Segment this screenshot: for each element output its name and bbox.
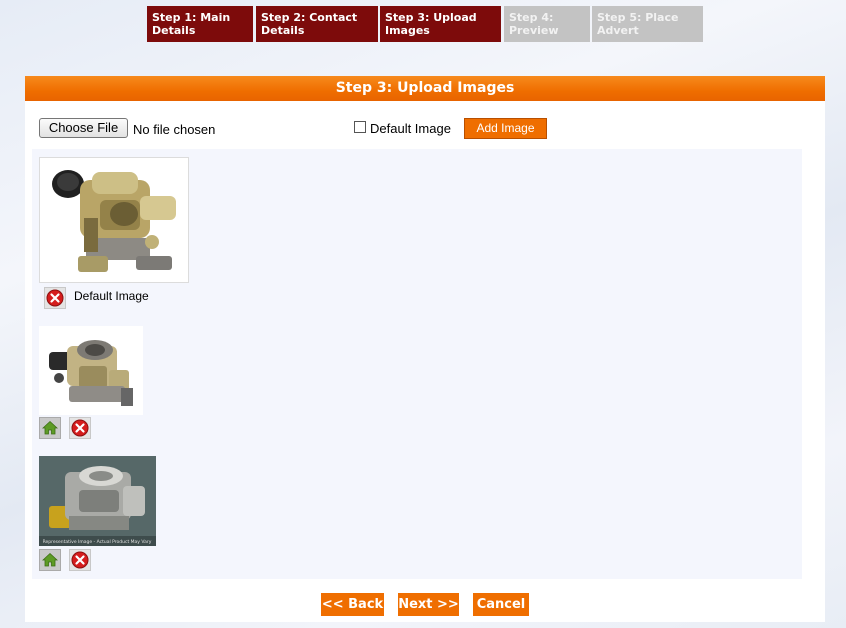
delete-icon	[71, 419, 89, 437]
choose-file-button[interactable]: Choose File	[39, 118, 128, 138]
file-status-text: No file chosen	[133, 122, 216, 137]
step-1-main-details[interactable]: Step 1: Main Details	[147, 6, 253, 42]
home-icon	[41, 552, 59, 567]
uploaded-image-3: Representative Image - Actual Product Ma…	[39, 456, 156, 546]
step-3-line1: Step 3: Upload	[385, 11, 477, 24]
default-image-label: Default Image	[74, 289, 149, 303]
step-5-line2: Advert	[597, 24, 639, 37]
step-5-line1: Step 5: Place	[597, 11, 679, 24]
home-icon	[41, 420, 59, 435]
uploaded-image-2	[39, 326, 143, 415]
set-default-image-2-button[interactable]	[39, 417, 61, 439]
delete-image-2-button[interactable]	[69, 417, 91, 439]
step-2-line1: Step 2: Contact	[261, 11, 358, 24]
default-image-checkbox[interactable]	[354, 121, 366, 133]
carburetor-photo-icon	[40, 158, 188, 282]
delete-icon	[71, 551, 89, 569]
next-button[interactable]: Next >>	[398, 593, 459, 616]
upload-images-panel: Step 3: Upload Images Choose File No fil…	[25, 76, 825, 622]
uploaded-images-list: Default Image Representative Image - Act…	[32, 149, 802, 579]
back-button[interactable]: << Back	[321, 593, 384, 616]
step-1-line2: Details	[152, 24, 196, 37]
panel-title: Step 3: Upload Images	[25, 76, 825, 101]
step-3-line2: Images	[385, 24, 430, 37]
step-2-line2: Details	[261, 24, 305, 37]
image-3-caption: Representative Image - Actual Product Ma…	[43, 539, 152, 545]
default-image-checkbox-label: Default Image	[370, 121, 451, 136]
delete-icon	[46, 289, 64, 307]
step-2-contact-details[interactable]: Step 2: Contact Details	[256, 6, 378, 42]
delete-image-3-button[interactable]	[69, 549, 91, 571]
step-5-place-advert: Step 5: Place Advert	[592, 6, 703, 42]
uploaded-image-1	[39, 157, 189, 283]
step-3-upload-images[interactable]: Step 3: Upload Images	[380, 6, 501, 42]
add-image-button[interactable]: Add Image	[464, 118, 547, 139]
delete-image-1-button[interactable]	[44, 287, 66, 309]
step-4-preview: Step 4: Preview	[504, 6, 590, 42]
step-4-line1: Step 4:	[509, 11, 554, 24]
carburetor-photo-icon: Representative Image - Actual Product Ma…	[39, 456, 156, 546]
step-1-line1: Step 1: Main	[152, 11, 231, 24]
step-4-line2: Preview	[509, 24, 559, 37]
carburetor-photo-icon	[39, 326, 143, 415]
upload-row: Choose File No file chosen Default Image…	[39, 118, 819, 140]
cancel-button[interactable]: Cancel	[473, 593, 529, 616]
set-default-image-3-button[interactable]	[39, 549, 61, 571]
